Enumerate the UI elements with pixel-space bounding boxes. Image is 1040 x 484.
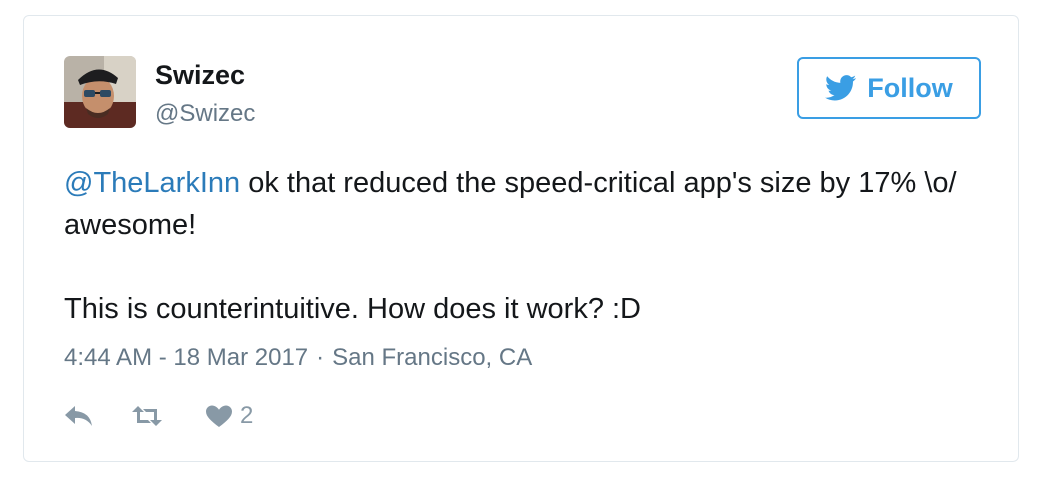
like-count: 2 (240, 402, 254, 429)
follow-label: Follow (867, 72, 953, 103)
tweet-card: Swizec @Swizec Follow @TheLarkInn ok tha… (23, 15, 1019, 462)
follow-button[interactable]: Follow (797, 57, 981, 119)
tweet-meta: 4:44 AM - 18 Mar 2017 · San Francisco, CA (64, 343, 532, 373)
twitter-bird-icon (825, 75, 857, 101)
tweet-location[interactable]: San Francisco, CA (332, 344, 532, 371)
tweet-actions: 2 (64, 401, 253, 431)
tweet-text-line2: This is counterintuitive. How does it wo… (64, 293, 641, 325)
author-name[interactable]: Swizec (155, 60, 245, 90)
tweet-timestamp[interactable]: 4:44 AM - 18 Mar 2017 (64, 344, 308, 371)
mention-link[interactable]: @TheLarkInn (64, 167, 240, 199)
retweet-button[interactable] (132, 405, 162, 427)
reply-button[interactable] (64, 405, 94, 427)
heart-icon (206, 405, 232, 428)
retweet-icon (132, 405, 162, 427)
reply-icon (64, 405, 94, 427)
tweet-paragraph-1: @TheLarkInn ok that reduced the speed-cr… (64, 162, 964, 246)
like-button[interactable]: 2 (206, 402, 253, 430)
tweet-text: @TheLarkInn ok that reduced the speed-cr… (64, 162, 964, 330)
avatar[interactable] (64, 56, 136, 128)
meta-separator: · (316, 344, 325, 371)
author-handle[interactable]: @Swizec (155, 100, 255, 128)
